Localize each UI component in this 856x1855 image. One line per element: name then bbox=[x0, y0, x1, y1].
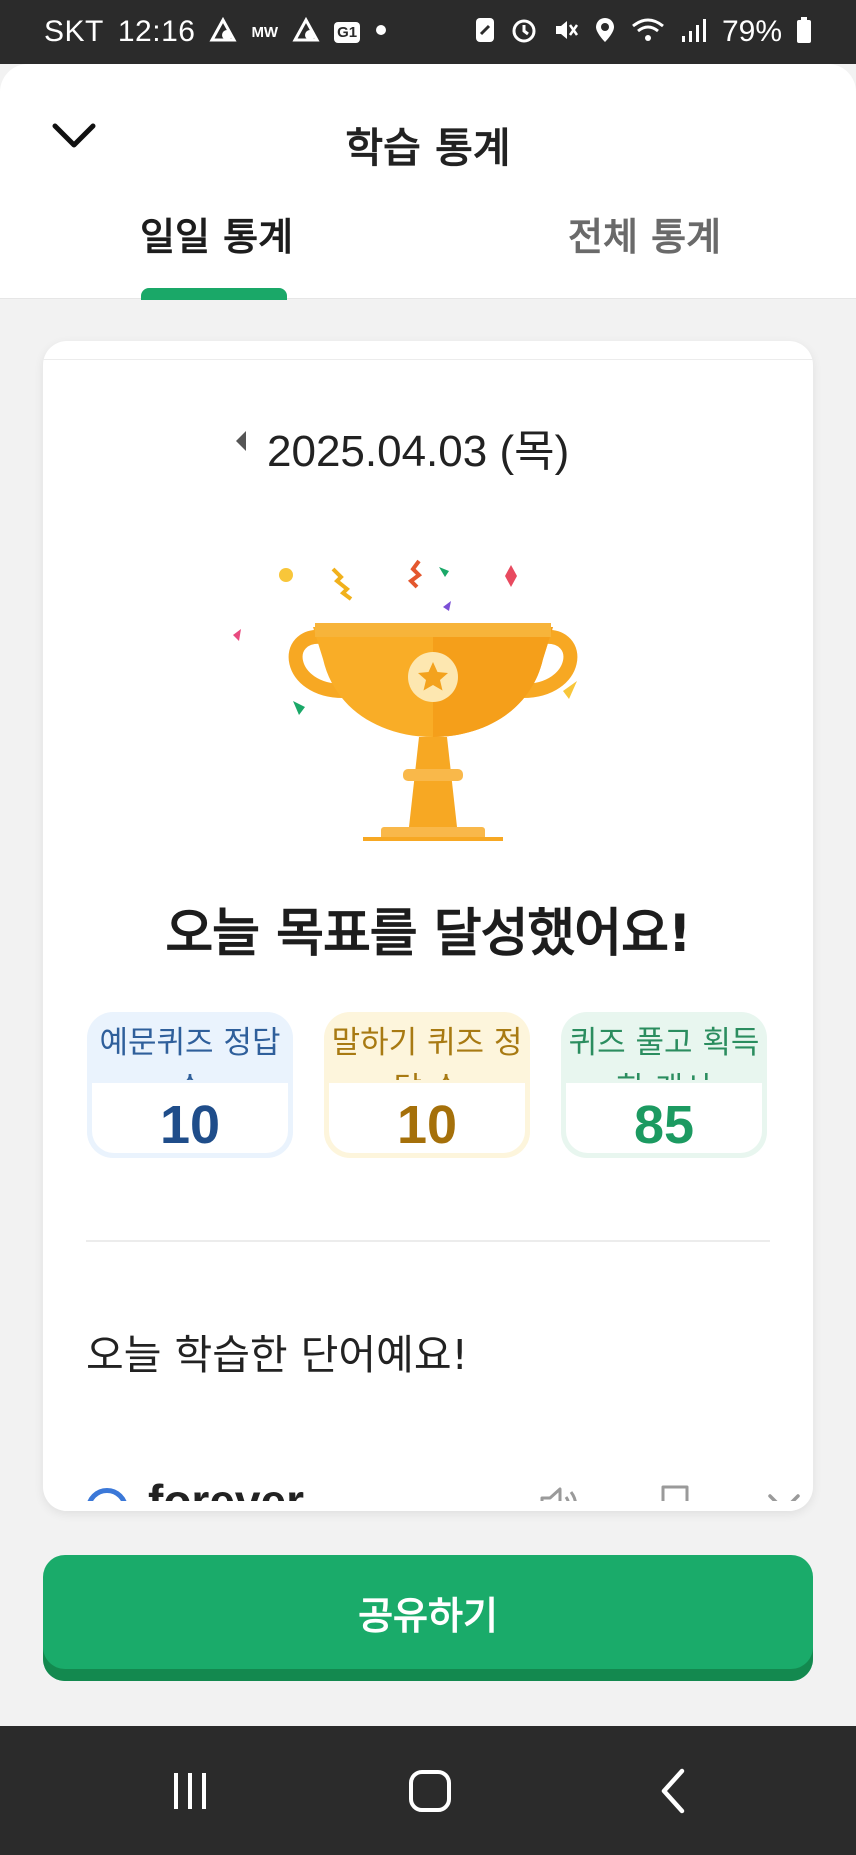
stat-speaking-quiz: 말하기 퀴즈 정답 수 10 bbox=[324, 1012, 530, 1158]
more-notifications-dot-icon bbox=[374, 23, 388, 42]
trophy-stem-ring bbox=[403, 769, 463, 781]
home-button[interactable] bbox=[398, 1766, 462, 1816]
alarm-icon bbox=[510, 16, 538, 49]
confetti-yellow bbox=[563, 681, 577, 699]
status-bar: SKT 12:16 MW G1 79% bbox=[0, 0, 856, 64]
recent-apps-icon bbox=[174, 1773, 206, 1809]
app-notification-icon-2 bbox=[292, 16, 320, 49]
trophy-illustration bbox=[233, 559, 578, 841]
stat-label: 예문퀴즈 정답 수 bbox=[99, 1025, 281, 1080]
signal-icon bbox=[680, 16, 708, 49]
stat-label: 퀴즈 풀고 획득한 캐시 bbox=[568, 1025, 760, 1080]
card-divider-top bbox=[43, 359, 813, 360]
status-right: 79% bbox=[474, 15, 812, 49]
stat-cash-earned: 퀴즈 풀고 획득한 캐시 85 bbox=[561, 1012, 767, 1158]
date-navigator: 2025.04.03 (목) bbox=[43, 413, 813, 476]
learned-words-title: 오늘 학습한 단어예요! bbox=[86, 1331, 468, 1379]
status-left: SKT 12:16 MW G1 bbox=[44, 15, 388, 49]
confetti-purple bbox=[443, 601, 451, 611]
stat-label: 말하기 퀴즈 정답 수 bbox=[331, 1025, 523, 1080]
stat-value: 85 bbox=[633, 1095, 695, 1155]
confetti-red-diamond bbox=[505, 565, 517, 587]
section-divider bbox=[86, 1240, 770, 1242]
previous-date-button[interactable] bbox=[223, 419, 259, 463]
mute-icon bbox=[552, 16, 580, 49]
carrier-label: SKT bbox=[44, 15, 104, 48]
confetti-squiggle bbox=[331, 567, 353, 601]
stat-value: 10 bbox=[396, 1095, 458, 1155]
stat-value: 10 bbox=[159, 1095, 221, 1155]
page-title: 학습 통계 bbox=[345, 124, 511, 172]
calendar-badge-icon: G1 bbox=[334, 21, 361, 43]
back-button[interactable] bbox=[640, 1766, 704, 1816]
triangle-left-icon bbox=[236, 431, 246, 451]
confetti-green bbox=[439, 567, 449, 577]
tab-total-stats[interactable]: 전체 통계 bbox=[568, 206, 721, 261]
tab-daily-stats[interactable]: 일일 통계 bbox=[140, 206, 293, 261]
battery-icon bbox=[796, 16, 812, 49]
stat-sentence-quiz: 예문퀴즈 정답 수 10 bbox=[87, 1012, 293, 1158]
app-notification-icon bbox=[209, 16, 237, 49]
wifi-icon bbox=[630, 16, 666, 49]
confetti-teal bbox=[293, 701, 305, 715]
back-icon bbox=[661, 1768, 685, 1814]
location-icon bbox=[594, 16, 616, 49]
system-navigation-bar bbox=[0, 1726, 856, 1855]
trophy-rim bbox=[315, 623, 551, 637]
app-header: 학습 통계 일일 통계 전체 통계 bbox=[0, 64, 856, 299]
current-date: 2025.04.03 (목) bbox=[267, 427, 570, 476]
share-button[interactable]: 공유하기 bbox=[43, 1555, 813, 1681]
daily-stats-card: 2025.04.03 (목) 오늘 목표를 달성했어요! 예문퀴즈 정답 수 1… bbox=[43, 341, 813, 1511]
trophy-base-bottom bbox=[363, 837, 503, 841]
mw-notification-label: MW bbox=[251, 23, 279, 41]
clock: 12:16 bbox=[117, 15, 196, 48]
recent-apps-button[interactable] bbox=[158, 1766, 222, 1816]
confetti-pink bbox=[233, 629, 241, 641]
battery-percent: 79% bbox=[721, 15, 782, 48]
trophy-stem bbox=[409, 737, 457, 827]
home-icon bbox=[409, 1770, 451, 1812]
achievement-message: 오늘 목표를 달성했어요! bbox=[165, 904, 691, 964]
confetti-dot bbox=[279, 568, 293, 582]
confetti-squiggle-red bbox=[407, 559, 423, 589]
active-tab-indicator bbox=[141, 288, 287, 300]
card-bottom-edge bbox=[43, 1501, 813, 1511]
nfc-icon bbox=[474, 16, 496, 49]
